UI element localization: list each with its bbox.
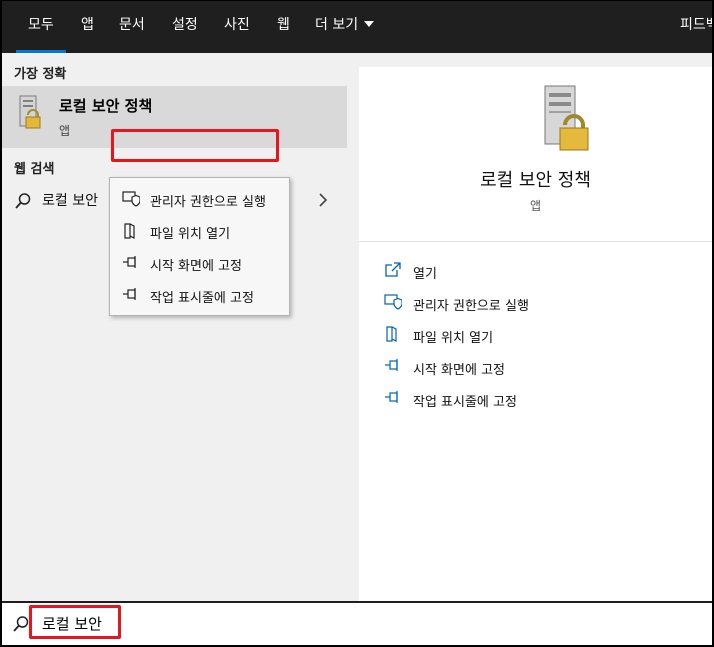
tab-more-label: 더 보기 bbox=[315, 17, 359, 33]
tab-documents[interactable]: 문서 bbox=[119, 1, 145, 53]
tab-photos[interactable]: 사진 bbox=[224, 1, 250, 53]
pin-icon bbox=[123, 256, 136, 268]
action-run-as-admin[interactable]: 관리자 권한으로 실행 bbox=[359, 289, 712, 319]
tab-apps[interactable]: 앱 bbox=[81, 1, 94, 53]
tab-all[interactable]: 모두 bbox=[16, 1, 66, 53]
tab-more[interactable]: 더 보기 bbox=[315, 1, 375, 53]
action-pin-to-start[interactable]: 시작 화면에 고정 bbox=[359, 353, 712, 383]
context-menu: 관리자 권한으로 실행 파일 위치 열기 시작 화면에 고정 작업 표시줄에 고… bbox=[109, 177, 290, 316]
pin-icon bbox=[123, 288, 136, 300]
pin-icon bbox=[385, 359, 398, 371]
web-search-heading: 웹 검색 bbox=[14, 162, 55, 177]
chevron-right-icon[interactable] bbox=[318, 192, 328, 208]
file-location-icon bbox=[124, 223, 135, 239]
caret-down-icon bbox=[364, 21, 375, 27]
tab-bar: 모두 앱 문서 설정 사진 웹 더 보기 피드백 bbox=[2, 1, 712, 53]
server-lock-icon bbox=[19, 95, 41, 129]
search-input[interactable]: 로컬 보안 bbox=[42, 613, 102, 634]
action-open-file-location[interactable]: 파일 위치 열기 bbox=[359, 321, 712, 351]
search-window: 모두 앱 문서 설정 사진 웹 더 보기 피드백 가장 정확 로컬 보안 정책 … bbox=[2, 1, 712, 645]
search-icon bbox=[15, 193, 31, 209]
file-location-icon bbox=[386, 326, 397, 342]
divider bbox=[359, 241, 712, 242]
search-icon bbox=[13, 616, 29, 632]
action-pin-to-taskbar[interactable]: 작업 표시줄에 고정 bbox=[359, 385, 712, 415]
feedback-button[interactable]: 피드백 bbox=[680, 1, 712, 53]
menu-open-file-location[interactable]: 파일 위치 열기 bbox=[110, 215, 289, 247]
menu-pin-to-start[interactable]: 시작 화면에 고정 bbox=[110, 247, 289, 279]
web-search-query: 로컬 보안 bbox=[42, 193, 98, 209]
results-panel: 가장 정확 로컬 보안 정책 앱 웹 검색 로컬 보안 관리자 권한으로 실행 … bbox=[2, 53, 347, 601]
details-subtitle: 앱 bbox=[529, 199, 542, 213]
menu-label: 작업 표시줄에 고정 bbox=[150, 291, 254, 306]
action-label: 시작 화면에 고정 bbox=[413, 363, 505, 378]
open-icon bbox=[385, 262, 401, 277]
server-lock-icon bbox=[544, 85, 589, 151]
menu-label: 시작 화면에 고정 bbox=[150, 259, 242, 274]
search-bar[interactable]: 로컬 보안 bbox=[2, 601, 712, 645]
admin-shield-icon bbox=[384, 294, 402, 310]
details-panel: 로컬 보안 정책 앱 열기 관리자 권한으로 실행 파일 위치 열기 시작 화면… bbox=[359, 67, 712, 601]
best-match-item[interactable]: 로컬 보안 정책 앱 bbox=[2, 86, 347, 148]
action-label: 작업 표시줄에 고정 bbox=[413, 395, 517, 410]
pin-icon bbox=[385, 391, 398, 403]
menu-pin-to-taskbar[interactable]: 작업 표시줄에 고정 bbox=[110, 279, 289, 311]
best-match-subtitle: 앱 bbox=[59, 124, 71, 138]
tab-web[interactable]: 웹 bbox=[277, 1, 290, 53]
menu-label: 파일 위치 열기 bbox=[150, 227, 231, 242]
best-match-heading: 가장 정확 bbox=[14, 67, 67, 82]
details-title: 로컬 보안 정책 bbox=[480, 170, 591, 191]
action-label: 파일 위치 열기 bbox=[413, 331, 494, 346]
best-match-title: 로컬 보안 정책 bbox=[59, 97, 153, 115]
tab-settings[interactable]: 설정 bbox=[172, 1, 198, 53]
admin-shield-icon bbox=[122, 191, 140, 207]
menu-run-as-admin[interactable]: 관리자 권한으로 실행 bbox=[110, 183, 289, 215]
action-open[interactable]: 열기 bbox=[359, 257, 712, 287]
action-label: 관리자 권한으로 실행 bbox=[413, 299, 529, 314]
action-label: 열기 bbox=[413, 267, 437, 282]
menu-label: 관리자 권한으로 실행 bbox=[150, 195, 266, 210]
